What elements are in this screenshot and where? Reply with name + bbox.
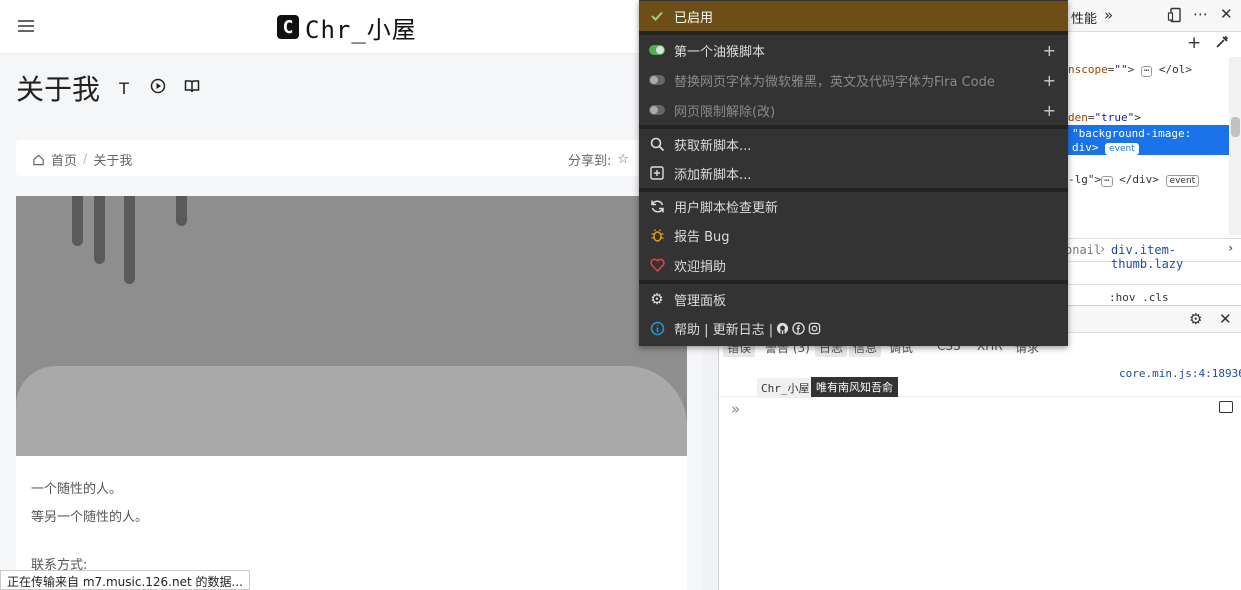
code-line[interactable]: nscope=""> ⋯ </ol> xyxy=(1068,63,1192,77)
color-picker-icon[interactable] xyxy=(1215,35,1229,53)
gear-icon: ⚙ xyxy=(650,290,664,308)
title-row: 关于我 T xyxy=(16,68,202,108)
log-tooltip: 唯有南风知吾俞 xyxy=(811,377,898,397)
console-log-entry: core.min.js:4:18936 Chr_小屋 唯有南风知吾俞 xyxy=(719,365,1241,398)
breadcrumb-separator: / xyxy=(83,152,88,167)
page-title: 关于我 xyxy=(16,73,101,106)
social-links xyxy=(776,321,821,335)
path-next-icon[interactable]: › xyxy=(1227,241,1234,255)
report-bug-label: 报告 Bug xyxy=(674,229,730,245)
facebook-icon[interactable] xyxy=(792,321,805,335)
breadcrumb-home[interactable]: 首页 xyxy=(51,150,77,169)
console-prompt-icon[interactable]: » xyxy=(731,400,740,418)
toggle-off-icon[interactable] xyxy=(649,102,665,118)
script-label: 网页限制解除(改) xyxy=(674,104,776,120)
hamburger-menu-icon[interactable] xyxy=(18,20,34,34)
get-scripts-item[interactable]: 获取新脚本... xyxy=(639,129,1068,159)
script-label: 第一个油猴脚本 xyxy=(674,44,766,60)
close-drawer-icon[interactable]: ✕ xyxy=(1219,310,1232,328)
log-message: Chr_小屋 xyxy=(757,378,814,398)
help-label[interactable]: 帮助 | 更新日志 | xyxy=(674,319,773,338)
breadcrumb-bar: 首页 / 关于我 分享到: ☆ xyxy=(16,140,703,176)
star-icon[interactable]: ☆ xyxy=(617,152,629,167)
dom-path-prev[interactable]: onail xyxy=(1065,243,1101,257)
device-toggle-icon[interactable] xyxy=(1167,7,1183,27)
home-icon xyxy=(33,154,44,166)
add-style-icon[interactable]: + xyxy=(1187,33,1201,53)
breadcrumb-current: 关于我 xyxy=(93,154,133,169)
share-label: 分享到: xyxy=(568,154,612,169)
logo-mark: C xyxy=(277,15,299,39)
log-source-link[interactable]: core.min.js:4:18936 xyxy=(1119,367,1241,380)
check-icon xyxy=(649,8,665,24)
tab-performance[interactable]: 性能 xyxy=(1071,8,1097,27)
code-line[interactable]: den="true"> xyxy=(1068,111,1141,124)
info-icon xyxy=(649,320,665,336)
script-row[interactable]: 替换网页字体为微软雅黑，英文及代码字体为Fira Code + xyxy=(639,65,1068,95)
enabled-label: 已启用 xyxy=(674,10,714,26)
code-line[interactable]: -lg"> ⋯ </div> event xyxy=(1068,173,1200,187)
check-updates-item[interactable]: 用户脚本检查更新 xyxy=(639,191,1068,221)
add-script-item[interactable]: 添加新脚本... xyxy=(639,158,1068,188)
elements-scrollbar[interactable] xyxy=(1229,57,1241,235)
share-area: 分享到: ☆ xyxy=(568,150,629,169)
github-icon[interactable] xyxy=(776,322,789,335)
play-icon[interactable] xyxy=(148,78,168,98)
report-bug-item[interactable]: 报告 Bug xyxy=(639,220,1068,250)
breadcrumb: 首页 / 关于我 xyxy=(32,150,132,169)
script-row[interactable]: 第一个油猴脚本 + xyxy=(639,35,1068,65)
enabled-toggle-row[interactable]: 已启用 xyxy=(639,1,1068,31)
settings-gear-icon[interactable]: ⚙ xyxy=(1189,310,1202,328)
paragraph: 一个随性的人。 xyxy=(31,482,123,497)
dom-path-current[interactable]: div.item-thumb.lazy xyxy=(1111,243,1241,271)
toggle-on-icon[interactable] xyxy=(649,42,665,58)
logo-text: Chr_小屋 xyxy=(305,15,417,44)
site-header: C Chr_小屋 xyxy=(0,0,703,54)
add-script-label: 添加新脚本... xyxy=(674,167,752,183)
donate-label: 欢迎捐助 xyxy=(674,259,727,275)
site-logo[interactable]: C Chr_小屋 xyxy=(277,13,417,44)
expand-plus-icon[interactable]: + xyxy=(1043,41,1056,60)
expand-plus-icon[interactable]: + xyxy=(1043,71,1056,90)
more-tabs-icon[interactable]: » xyxy=(1104,6,1113,24)
search-icon xyxy=(649,136,665,152)
close-devtools-icon[interactable]: ✕ xyxy=(1220,5,1233,23)
bug-icon xyxy=(649,227,665,243)
userscript-menu: 已启用 第一个油猴脚本 + 替换网页字体为微软雅黑，英文及代码字体为Fira C… xyxy=(639,0,1068,346)
book-icon[interactable] xyxy=(182,78,202,98)
check-updates-label: 用户脚本检查更新 xyxy=(674,200,779,216)
donate-item[interactable]: 欢迎捐助 xyxy=(639,250,1068,280)
script-label: 替换网页字体为微软雅黑，英文及代码字体为Fira Code xyxy=(674,74,995,90)
heart-icon xyxy=(649,257,665,273)
more-options-icon[interactable]: ⋯ xyxy=(1193,5,1208,23)
toggle-off-icon[interactable] xyxy=(649,72,665,88)
expand-plus-icon[interactable]: + xyxy=(1043,101,1056,120)
selected-element-row[interactable]: "background-image: div> event xyxy=(1068,125,1233,155)
dashboard-item[interactable]: ⚙ 管理面板 xyxy=(639,284,1068,314)
dashboard-label: 管理面板 xyxy=(674,293,727,309)
console-sidebar-icon[interactable] xyxy=(1219,401,1233,413)
hero-image xyxy=(16,196,687,456)
script-row[interactable]: 网页限制解除(改) + xyxy=(639,95,1068,125)
hov-cls-toggles[interactable]: :hov .cls xyxy=(1109,291,1169,304)
instagram-icon[interactable] xyxy=(808,322,821,335)
get-scripts-label: 获取新脚本... xyxy=(674,138,752,154)
browser-status-bar: 正在传输来自 m7.music.126.net 的数据... xyxy=(0,570,250,590)
paragraph: 等另一个随性的人。 xyxy=(31,510,149,525)
refresh-icon xyxy=(649,198,665,214)
web-page: C Chr_小屋 关于我 T 首页 / 关于我 分享到: ☆ 一个随性的人。 等… xyxy=(0,0,703,590)
font-size-icon[interactable]: T xyxy=(114,79,134,98)
help-item[interactable]: 帮助 | 更新日志 | xyxy=(639,313,1068,343)
plus-square-icon xyxy=(649,165,665,181)
